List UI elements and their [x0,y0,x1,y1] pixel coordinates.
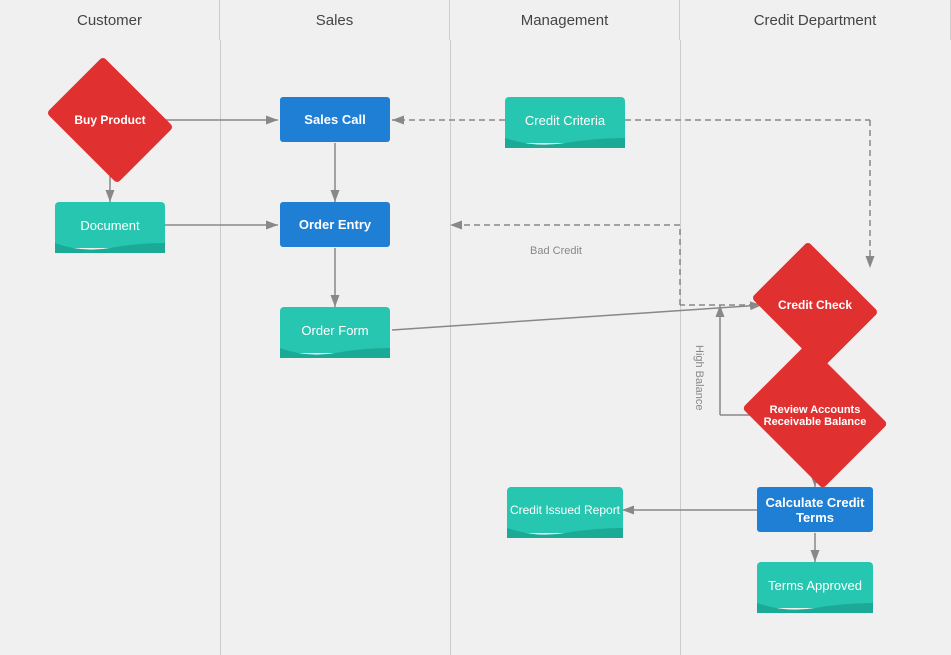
order-entry-shape: Order Entry [280,202,390,247]
credit-criteria-shape: Credit Criteria [505,97,625,143]
diagram-container: Customer Sales Management Credit Departm… [0,0,951,655]
divider-3 [680,40,681,655]
divider-1 [220,40,221,655]
terms-approved-shape: Terms Approved [757,562,873,608]
bad-credit-label: Bad Credit [530,245,582,257]
calculate-credit-shape: Calculate Credit Terms [757,487,873,532]
credit-issued-shape: Credit Issued Report [507,487,623,533]
credit-check-diamond: Credit Check [765,265,865,345]
review-ar-diamond: Review Accounts Receivable Balance [758,370,872,462]
swimlane-header-credit: Credit Department [680,0,951,40]
order-form-shape: Order Form [280,307,390,353]
divider-2 [450,40,451,655]
high-balance-label: High Balance [693,345,705,410]
sales-call-shape: Sales Call [280,97,390,142]
document-shape: Document [55,202,165,248]
swimlane-header-customer: Customer [0,0,220,40]
buy-product-diamond: Buy Product [60,80,160,160]
swimlane-header-sales: Sales [220,0,450,40]
swimlane-header-management: Management [450,0,680,40]
